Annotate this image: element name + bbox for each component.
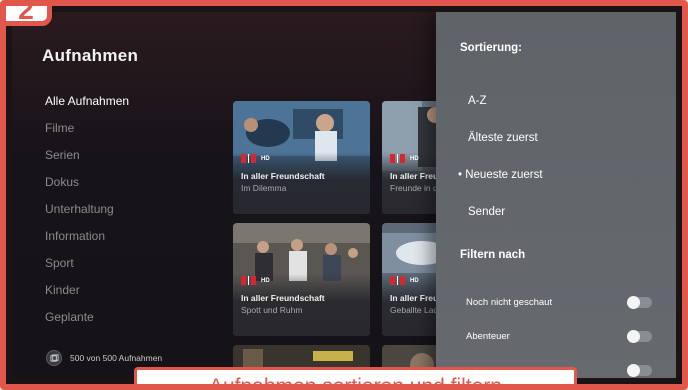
card-title: In aller Freundschaft: [241, 293, 325, 303]
nav-item-alle-aufnahmen[interactable]: Alle Aufnahmen: [45, 88, 215, 115]
nav-item-serien[interactable]: Serien: [45, 142, 215, 169]
filter-label: Noch nicht geschaut: [466, 297, 553, 308]
nav-item-sport[interactable]: Sport: [45, 250, 215, 277]
filter-toggle[interactable]: [627, 330, 652, 343]
sort-heading: Sortierung:: [460, 42, 522, 54]
nav-item-filme[interactable]: Filme: [45, 115, 215, 142]
filter-toggle[interactable]: [627, 296, 652, 309]
recording-card[interactable]: HD In aller Freundschaft Im Dilemma: [233, 101, 370, 214]
nav-item-dokus[interactable]: Dokus: [45, 169, 215, 196]
nav-item-unterhaltung[interactable]: Unterhaltung: [45, 196, 215, 223]
tv-screen: Aufnahmen Alle Aufnahmen Filme Serien Do…: [12, 12, 676, 378]
channel-logo: HD: [241, 276, 270, 285]
recording-count: 500 von 500 Aufnahmen: [46, 350, 162, 366]
filter-row-adventure: Abenteuer: [466, 329, 652, 347]
channel-logo: HD: [390, 276, 419, 285]
caption-label: Aufnahmen sortieren und filtern: [134, 367, 577, 384]
nav-item-kinder[interactable]: Kinder: [45, 277, 215, 304]
screenshot-frame: Aufnahmen Alle Aufnahmen Filme Serien Do…: [0, 0, 688, 390]
sort-filter-panel: Sortierung: A-Z Älteste zuerst • Neueste…: [436, 12, 676, 378]
recording-count-label: 500 von 500 Aufnahmen: [70, 353, 163, 363]
card-subtitle: Spott und Ruhm: [241, 305, 303, 315]
nav-item-information[interactable]: Information: [45, 223, 215, 250]
nav-item-geplante[interactable]: Geplante: [45, 304, 215, 331]
channel-logo: HD: [390, 154, 419, 163]
filter-heading: Filtern nach: [460, 249, 526, 261]
page-title: Aufnahmen: [42, 46, 139, 65]
filter-row-unwatched: Noch nicht geschaut: [466, 295, 652, 313]
step-number-badge: 2: [6, 6, 52, 26]
channel-logo: HD: [241, 154, 270, 163]
filter-toggle[interactable]: [627, 364, 652, 377]
sort-option-channel[interactable]: Sender: [468, 206, 505, 218]
card-subtitle: Im Dilemma: [241, 183, 287, 193]
sort-option-newest[interactable]: • Neueste zuerst: [458, 169, 543, 181]
recordings-icon: [46, 350, 62, 366]
sort-option-oldest[interactable]: Älteste zuerst: [468, 132, 538, 144]
category-nav: Alle Aufnahmen Filme Serien Dokus Unterh…: [45, 88, 215, 331]
filter-label: Abenteuer: [466, 331, 510, 342]
card-title: In aller Freundschaft: [241, 171, 325, 181]
recording-card[interactable]: HD In aller Freundschaft Spott und Ruhm: [233, 223, 370, 336]
sort-option-a-z[interactable]: A-Z: [468, 95, 487, 107]
